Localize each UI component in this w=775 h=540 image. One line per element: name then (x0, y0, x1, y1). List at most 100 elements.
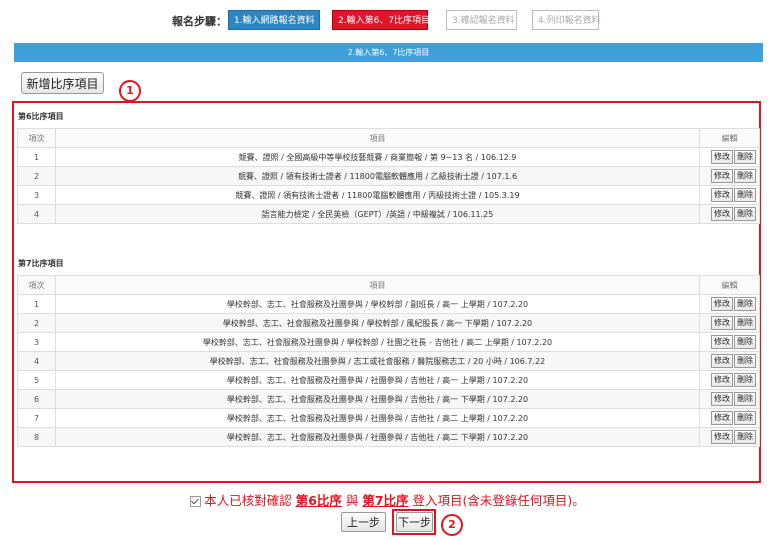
confirm-section6: 第6比序 (295, 493, 342, 508)
table-row: 6 學校幹部、志工、社會服務及社團參與 / 社團參與 / 吉他社 / 高一 下學期… (17, 389, 760, 409)
delete-button[interactable]: 刪除 (734, 373, 756, 387)
table-row: 2 學校幹部、志工、社會服務及社團參與 / 學校幹部 / 風紀股長 / 高一 下學… (17, 313, 760, 333)
table-row: 1 學校幹部、志工、社會服務及社團參與 / 學校幹部 / 副班長 / 高一 上學期… (17, 294, 760, 314)
row-item: 學校幹部、志工、社會服務及社團參與 / 社團參與 / 吉他社 / 高一 下學期 … (55, 389, 700, 409)
table-row: 4 語言能力檢定 / 全民英檢（GEPT）/英語 / 中級複試 / 106.11.… (17, 204, 760, 224)
annotation-marker-1: 1 (119, 80, 141, 102)
row-actions: 修改 刪除 (699, 408, 760, 428)
confirm-mid: 與 (341, 493, 363, 508)
table-row: 1 競賽、證照 / 全國高級中等學校技藝競賽 / 商業簡報 / 第 9~13 名 … (17, 147, 760, 167)
row-item: 競賽、證照 / 全國高級中等學校技藝競賽 / 商業簡報 / 第 9~13 名 /… (55, 147, 700, 167)
confirm-statement: 本人已核對確認 第6比序 與 第7比序 登入項目(含未登錄任何項目)。 (0, 490, 775, 509)
column-header-item: 項目 (55, 128, 700, 148)
edit-button[interactable]: 修改 (711, 411, 733, 425)
row-index: 8 (17, 427, 56, 447)
edit-button[interactable]: 修改 (711, 297, 733, 311)
section7-title: 第7比序項目 (18, 259, 64, 268)
row-index: 3 (17, 185, 56, 205)
column-header-edit: 編輯 (699, 128, 760, 148)
column-header-item: 項目 (55, 275, 700, 295)
row-item: 學校幹部、志工、社會服務及社團參與 / 社團參與 / 吉他社 / 高二 上學期 … (55, 408, 700, 428)
row-actions: 修改 刪除 (699, 294, 760, 314)
row-index: 3 (17, 332, 56, 352)
confirm-section7: 第7比序 (362, 493, 409, 508)
table-row: 3 競賽、證照 / 領有技術士證者 / 11800電腦軟體應用 / 丙級技術士證 … (17, 185, 760, 205)
section-banner: 2.輸入第6、7比序項目 (14, 43, 763, 62)
edit-button[interactable]: 修改 (711, 335, 733, 349)
row-item: 學校幹部、志工、社會服務及社團參與 / 社團參與 / 吉他社 / 高二 下學期 … (55, 427, 700, 447)
row-index: 2 (17, 166, 56, 186)
row-item: 學校幹部、志工、社會服務及社團參與 / 學校幹部 / 風紀股長 / 高一 下學期… (55, 313, 700, 333)
delete-button[interactable]: 刪除 (734, 150, 756, 164)
delete-button[interactable]: 刪除 (734, 392, 756, 406)
delete-button[interactable]: 刪除 (734, 430, 756, 444)
row-actions: 修改 刪除 (699, 185, 760, 205)
edit-button[interactable]: 修改 (711, 207, 733, 221)
edit-button[interactable]: 修改 (711, 188, 733, 202)
delete-button[interactable]: 刪除 (734, 207, 756, 221)
row-index: 4 (17, 351, 56, 371)
row-actions: 修改 刪除 (699, 427, 760, 447)
edit-button[interactable]: 修改 (711, 150, 733, 164)
row-item: 競賽、證照 / 領有技術士證者 / 11800電腦軟體應用 / 丙級技術士證 /… (55, 185, 700, 205)
table-row: 3 學校幹部、志工、社會服務及社團參與 / 學校幹部 / 社團之社長 - 吉他社 … (17, 332, 760, 352)
row-actions: 修改 刪除 (699, 147, 760, 167)
delete-button[interactable]: 刪除 (734, 297, 756, 311)
edit-button[interactable]: 修改 (711, 354, 733, 368)
table-row: 5 學校幹部、志工、社會服務及社團參與 / 社團參與 / 吉他社 / 高一 上學期… (17, 370, 760, 390)
previous-step-button[interactable]: 上一步 (341, 512, 386, 532)
row-actions: 修改 刪除 (699, 204, 760, 224)
delete-button[interactable]: 刪除 (734, 335, 756, 349)
row-index: 4 (17, 204, 56, 224)
row-actions: 修改 刪除 (699, 332, 760, 352)
delete-button[interactable]: 刪除 (734, 411, 756, 425)
edit-button[interactable]: 修改 (711, 392, 733, 406)
table-row: 7 學校幹部、志工、社會服務及社團參與 / 社團參與 / 吉他社 / 高二 上學期… (17, 408, 760, 428)
confirm-prefix: 本人已核對確認 (204, 493, 296, 508)
row-actions: 修改 刪除 (699, 370, 760, 390)
annotation-marker-2: 2 (441, 514, 463, 536)
row-item: 學校幹部、志工、社會服務及社團參與 / 社團參與 / 吉他社 / 高一 上學期 … (55, 370, 700, 390)
row-index: 1 (17, 294, 56, 314)
table-row: 4 學校幹部、志工、社會服務及社團參與 / 志工或社會服務 / 醫院服務志工 / … (17, 351, 760, 371)
row-actions: 修改 刪除 (699, 351, 760, 371)
confirm-suffix: 登入項目(含未登錄任何項目)。 (408, 493, 585, 508)
add-item-button[interactable]: 新增比序項目 (21, 72, 104, 94)
row-actions: 修改 刪除 (699, 313, 760, 333)
step-4: 4.列印報名資料 (532, 10, 601, 30)
step-3: 3.確認報名資料 (446, 10, 517, 30)
next-step-button[interactable]: 下一步 (396, 512, 433, 532)
delete-button[interactable]: 刪除 (734, 169, 756, 183)
step-indicator: 報名步驟： 1.輸入網路報名資料 2.輸入第6、7比序項目 3.確認報名資料 4… (0, 10, 775, 32)
row-actions: 修改 刪除 (699, 166, 760, 186)
step-2-current: 2.輸入第6、7比序項目 (332, 10, 430, 30)
row-index: 2 (17, 313, 56, 333)
edit-button[interactable]: 修改 (711, 373, 733, 387)
row-actions: 修改 刪除 (699, 389, 760, 409)
row-item: 語言能力檢定 / 全民英檢（GEPT）/英語 / 中級複試 / 106.11.2… (55, 204, 700, 224)
column-header-index: 項次 (17, 275, 56, 295)
section6-table: 項次 項目 編輯 1 競賽、證照 / 全國高級中等學校技藝競賽 / 商業簡報 / … (17, 128, 760, 224)
row-index: 1 (17, 147, 56, 167)
delete-button[interactable]: 刪除 (734, 188, 756, 202)
row-item: 學校幹部、志工、社會服務及社團參與 / 學校幹部 / 社團之社長 - 吉他社 /… (55, 332, 700, 352)
confirm-checkbox[interactable] (190, 496, 202, 507)
delete-button[interactable]: 刪除 (734, 354, 756, 368)
section6-title: 第6比序項目 (18, 112, 64, 121)
section7-table: 項次 項目 編輯 1 學校幹部、志工、社會服務及社團參與 / 學校幹部 / 副班長… (17, 275, 760, 447)
row-item: 競賽、證照 / 領有技術士證者 / 11800電腦軟體應用 / 乙級技術士證 /… (55, 166, 700, 186)
row-item: 學校幹部、志工、社會服務及社團參與 / 志工或社會服務 / 醫院服務志工 / 2… (55, 351, 700, 371)
edit-button[interactable]: 修改 (711, 316, 733, 330)
row-index: 6 (17, 389, 56, 409)
row-index: 7 (17, 408, 56, 428)
delete-button[interactable]: 刪除 (734, 316, 756, 330)
row-item: 學校幹部、志工、社會服務及社團參與 / 學校幹部 / 副班長 / 高一 上學期 … (55, 294, 700, 314)
column-header-edit: 編輯 (699, 275, 760, 295)
edit-button[interactable]: 修改 (711, 430, 733, 444)
step-1: 1.輸入網路報名資料 (228, 10, 320, 30)
row-index: 5 (17, 370, 56, 390)
steps-label: 報名步驟： (172, 15, 227, 28)
column-header-index: 項次 (17, 128, 56, 148)
table-row: 8 學校幹部、志工、社會服務及社團參與 / 社團參與 / 吉他社 / 高二 下學期… (17, 427, 760, 447)
edit-button[interactable]: 修改 (711, 169, 733, 183)
